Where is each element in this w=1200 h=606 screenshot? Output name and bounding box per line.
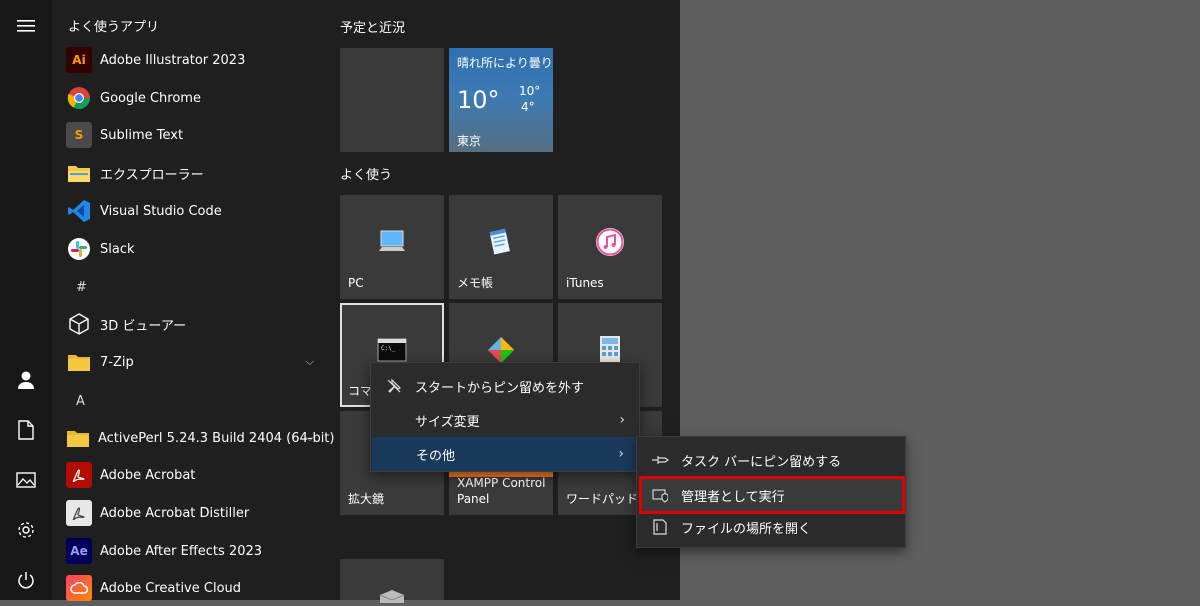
tile-pc[interactable]: PC <box>340 195 444 299</box>
app-item-slack[interactable]: Slack <box>66 231 322 267</box>
app-item-distiller[interactable]: Adobe Acrobat Distiller <box>66 495 322 531</box>
slack-icon <box>66 236 92 262</box>
folder-icon <box>66 160 92 186</box>
distiller-icon <box>66 500 92 526</box>
menu-item-label: ファイルの場所を開く <box>681 521 812 537</box>
pictures-icon[interactable] <box>0 456 52 504</box>
app-label: Sublime Text <box>100 127 184 143</box>
tile-label: ワードパッド <box>566 492 639 506</box>
chevron-down-icon[interactable]: ⌵ <box>306 431 314 445</box>
app-label: エクスプローラー <box>100 167 204 183</box>
power-icon[interactable] <box>0 556 52 604</box>
app-item-after-effects[interactable]: Ae Adobe After Effects 2023 <box>66 533 322 569</box>
settings-gear-icon[interactable] <box>0 506 52 554</box>
illustrator-icon: Ai <box>66 47 92 73</box>
group-title-schedule[interactable]: 予定と近況 <box>340 17 405 36</box>
menu-item-unpin[interactable]: スタートからピン留めを外す <box>371 369 639 403</box>
menu-item-label: タスク バーにピン留めする <box>681 454 842 470</box>
app-label: 7-Zip <box>100 354 134 370</box>
weather-city: 東京 <box>457 134 482 148</box>
app-item-sublime[interactable]: S Sublime Text <box>66 117 322 153</box>
tile-itunes[interactable]: iTunes <box>558 195 662 299</box>
app-item-vscode[interactable]: Visual Studio Code <box>66 193 322 229</box>
pin-icon <box>651 454 669 466</box>
menu-item-label: スタートからピン留めを外す <box>415 380 585 396</box>
start-rail <box>0 0 52 600</box>
cube-icon <box>66 311 92 337</box>
folder-icon <box>66 425 90 451</box>
acrobat-icon <box>66 462 92 488</box>
unpin-icon <box>385 378 403 394</box>
tile-label: メモ帳 <box>457 276 494 290</box>
pc-icon <box>379 230 405 251</box>
menu-item-resize[interactable]: サイズ変更 › <box>371 403 639 437</box>
app-item-illustrator[interactable]: Ai Adobe Illustrator 2023 <box>66 42 322 78</box>
sublime-icon: S <box>66 122 92 148</box>
app-label: Adobe Creative Cloud <box>100 580 242 596</box>
itunes-icon <box>596 228 624 256</box>
menu-item-label: 管理者として実行 <box>681 489 785 505</box>
app-label: Adobe Illustrator 2023 <box>100 52 246 68</box>
app-label: Adobe After Effects 2023 <box>100 543 263 559</box>
vscode-icon <box>66 198 92 224</box>
app-label: Visual Studio Code <box>100 203 222 219</box>
weather-low: 4° <box>521 100 535 114</box>
tile-label: iTunes <box>566 276 604 290</box>
shield-icon <box>651 487 669 503</box>
chevron-right-icon: › <box>618 446 624 462</box>
app-item-creative-cloud[interactable]: Adobe Creative Cloud <box>66 570 322 606</box>
weather-condition: 晴れ所により曇り <box>457 56 553 70</box>
menu-item-run-as-admin[interactable]: 管理者として実行 <box>639 476 905 514</box>
app-label: Adobe Acrobat <box>100 467 196 483</box>
app-item-acrobat[interactable]: Adobe Acrobat <box>66 457 322 493</box>
app-label: ActivePerl 5.24.3 Build 2404 (64-bit) <box>98 430 335 446</box>
app-label: Slack <box>100 241 135 257</box>
app-item-3d-viewer[interactable]: 3D ビューアー <box>66 306 322 342</box>
app-label: Google Chrome <box>100 90 201 106</box>
frequent-apps-title: よく使うアプリ <box>68 20 160 35</box>
menu-item-label: その他 <box>416 448 456 464</box>
app-label: Adobe Acrobat Distiller <box>100 505 250 521</box>
tile-notepad[interactable]: メモ帳 <box>449 195 553 299</box>
tiles-area: 予定と近況 晴れ所により曇り 10° 10° 4° 東京 よく使う PC メモ帳… <box>322 0 680 603</box>
documents-icon[interactable] <box>0 406 52 454</box>
group-title-frequent[interactable]: よく使う <box>340 164 392 183</box>
box-icon <box>379 590 405 603</box>
app-item-chrome[interactable]: Google Chrome <box>66 80 322 116</box>
tile-weather[interactable]: 晴れ所により曇り 10° 10° 4° 東京 <box>449 48 553 152</box>
app-item-activeperl[interactable]: ActivePerl 5.24.3 Build 2404 (64-bit) ⌵ <box>66 420 334 456</box>
app-label: 3D ビューアー <box>100 318 187 334</box>
file-location-icon <box>651 519 669 535</box>
menu-item-pin-taskbar[interactable]: タスク バーにピン留めする <box>637 443 905 477</box>
letter-header-a[interactable]: A <box>76 394 85 409</box>
creative-cloud-icon <box>66 575 92 601</box>
chevron-right-icon: › <box>619 412 625 428</box>
tile-label: PC <box>348 276 364 290</box>
app-list: よく使うアプリ Ai Adobe Illustrator 2023 Google… <box>52 0 334 601</box>
tile-partial[interactable] <box>340 559 444 603</box>
svg-text:C:\_: C:\_ <box>381 345 396 352</box>
weather-high: 10° <box>519 84 541 98</box>
menu-item-open-location[interactable]: ファイルの場所を開く <box>637 510 905 544</box>
notepad-icon <box>489 228 510 255</box>
app-item-explorer[interactable]: エクスプローラー <box>66 155 322 191</box>
context-menu: スタートからピン留めを外す サイズ変更 › その他 › <box>370 362 640 472</box>
weather-temp: 10° <box>457 86 500 114</box>
menu-item-more[interactable]: その他 › <box>372 437 638 471</box>
menu-item-label: サイズ変更 <box>415 414 480 430</box>
after-effects-icon: Ae <box>66 538 92 564</box>
app-item-7zip[interactable]: 7-Zip ⌵ <box>66 344 322 380</box>
user-account-icon[interactable] <box>0 356 52 404</box>
tile-label: 拡大鏡 <box>348 492 385 506</box>
tile-label: XAMPP Control Panel <box>457 476 546 506</box>
start-menu: よく使うアプリ Ai Adobe Illustrator 2023 Google… <box>0 0 680 603</box>
submenu: タスク バーにピン留めする 管理者として実行 ファイルの場所を開く <box>636 436 906 548</box>
folder-icon <box>66 349 92 375</box>
chrome-icon <box>66 85 92 111</box>
chevron-down-icon[interactable]: ⌵ <box>306 355 314 369</box>
tile-empty[interactable] <box>340 48 444 152</box>
letter-header-hash[interactable]: # <box>76 280 87 295</box>
hamburger-menu-icon[interactable] <box>0 2 52 50</box>
